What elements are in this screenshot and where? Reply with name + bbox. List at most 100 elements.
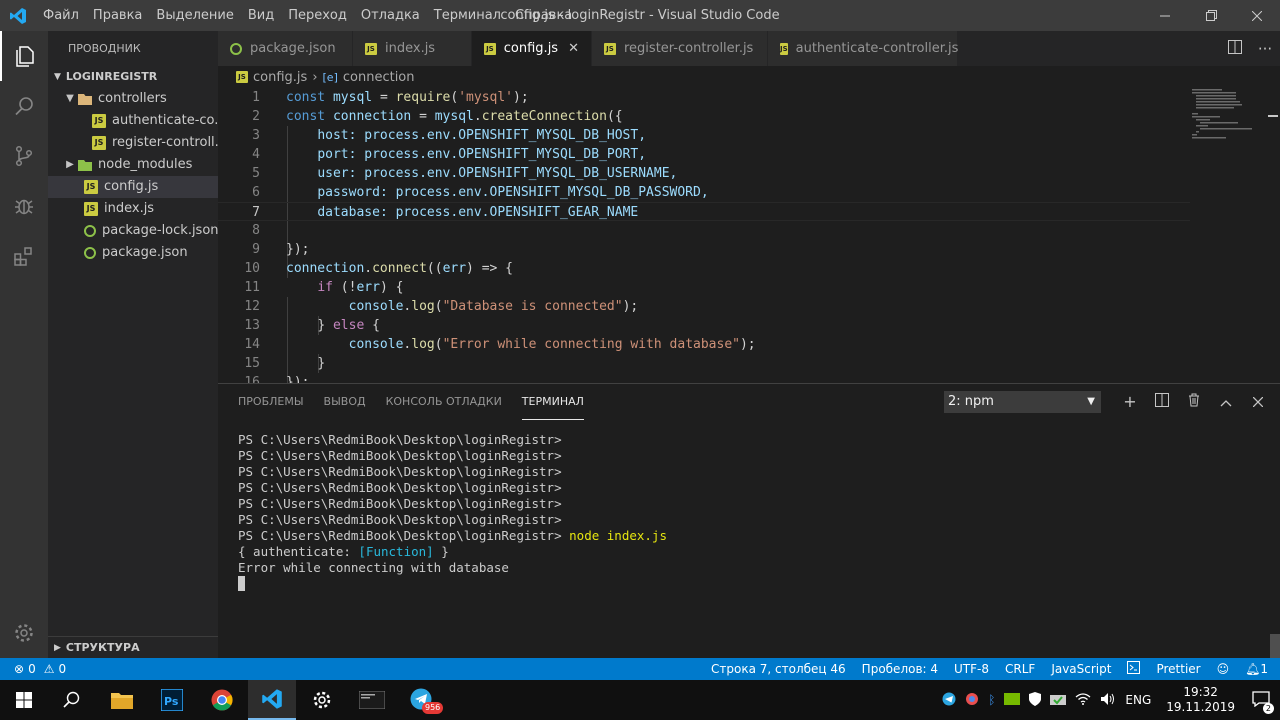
panel-tab-output[interactable]: ВЫВОД [324, 384, 366, 420]
tab-package-json[interactable]: package.json [218, 31, 353, 66]
source-control-icon[interactable] [0, 131, 48, 181]
chevron-down-icon: ▼ [66, 93, 74, 104]
minimize-button[interactable] [1142, 0, 1188, 31]
code-editor[interactable]: 1 const mysql = require('mysql'); 2 const … [218, 88, 1280, 383]
workspace-name: LOGINREGISTR [65, 70, 158, 83]
terminal-select[interactable]: 2: npm ▼ [944, 391, 1101, 413]
indentation[interactable]: Пробелов: 4 [862, 662, 938, 676]
tab-authenticate-controller[interactable]: JS authenticate-controller.js [768, 31, 958, 66]
notifications-status[interactable]: 🔔︎1 [1245, 662, 1268, 676]
tree-folder-node-modules[interactable]: ▶ node_modules [48, 154, 218, 176]
activity-bar [0, 31, 48, 658]
js-file-icon: JS [484, 42, 496, 55]
outline-section[interactable]: ▶ СТРУКТУРА [48, 636, 218, 658]
tab-config-js[interactable]: JS config.js ✕ [472, 31, 592, 66]
breadcrumb-symbol[interactable]: connection [343, 70, 415, 85]
onedrive-check-icon[interactable] [1050, 693, 1067, 708]
workspace-section[interactable]: ▼ LOGINREGISTR [48, 66, 218, 88]
bluetooth-icon[interactable]: ᛒ [988, 693, 995, 707]
code-line: 12 console.log("Database is connected"); [244, 299, 639, 314]
minimap[interactable] [1190, 88, 1266, 148]
menu-selection[interactable]: Выделение [149, 0, 240, 31]
tree-folder-controllers[interactable]: ▼ controllers [48, 88, 218, 110]
close-window-button[interactable] [1234, 0, 1280, 31]
nvidia-icon[interactable] [1004, 692, 1021, 708]
terminal-app-icon[interactable] [348, 680, 396, 720]
menu-terminal[interactable]: Терминал [427, 0, 508, 31]
clock[interactable]: 19:32 19.11.2019 [1166, 685, 1235, 715]
tab-index-js[interactable]: JS index.js [353, 31, 472, 66]
split-editor-icon[interactable] [1220, 39, 1250, 58]
js-file-icon: JS [92, 114, 106, 128]
terminal-scrollbar[interactable] [1270, 634, 1280, 658]
new-terminal-icon[interactable]: + [1114, 389, 1146, 415]
telegram-tray-icon[interactable] [942, 692, 956, 709]
panel-tab-terminal[interactable]: ТЕРМИНАЛ [521, 384, 584, 420]
color-picker-tray-icon[interactable] [965, 692, 979, 709]
vscode-taskbar-icon[interactable] [248, 680, 296, 720]
action-center-icon[interactable]: 2 [1252, 690, 1274, 714]
code-line: 13 } else { [244, 318, 380, 333]
prettier-status[interactable]: Prettier [1156, 662, 1200, 676]
defender-shield-icon[interactable] [1029, 691, 1042, 709]
photoshop-icon[interactable]: Ps [148, 680, 196, 720]
variable-symbol-icon: [e] [322, 70, 338, 84]
tree-file-authenticate-controller[interactable]: JS authenticate-co... [48, 110, 218, 132]
explorer-icon[interactable] [0, 31, 48, 81]
menu-view[interactable]: Вид [241, 0, 281, 31]
menu-bar: Файл Правка Выделение Вид Переход Отладк… [36, 0, 579, 31]
live-share-icon[interactable] [1127, 661, 1141, 677]
chevron-down-icon: ▼ [54, 72, 61, 82]
close-tab-icon[interactable]: ✕ [568, 41, 579, 56]
encoding[interactable]: UTF-8 [954, 662, 989, 676]
js-file-icon: JS [780, 42, 788, 55]
tree-file-register-controller[interactable]: JS register-controll... [48, 132, 218, 154]
terminal-line: PS C:\Users\RedmiBook\Desktop\loginRegis… [238, 464, 562, 479]
chevron-right-icon: ▶ [54, 642, 61, 653]
node-folder-icon [78, 158, 92, 172]
menu-help[interactable]: Справка [508, 0, 579, 31]
extensions-icon[interactable] [0, 231, 48, 281]
breadcrumb-file[interactable]: config.js [253, 70, 307, 85]
chrome-icon[interactable] [198, 680, 246, 720]
panel-tab-problems[interactable]: ПРОБЛЕМЫ [238, 384, 304, 420]
menu-file[interactable]: Файл [36, 0, 86, 31]
volume-icon[interactable] [1100, 692, 1116, 709]
language-mode[interactable]: JavaScript [1051, 662, 1111, 676]
tree-file-package[interactable]: package.json [48, 242, 218, 264]
current-code-line: 7 database: process.env.OPENSHIFT_GEAR_N… [218, 202, 1190, 221]
editor-scrollbar[interactable] [1266, 88, 1280, 383]
end-of-line[interactable]: CRLF [1005, 662, 1035, 676]
terminal-output[interactable]: PS C:\Users\RedmiBook\Desktop\loginRegis… [238, 432, 667, 592]
problems-status[interactable]: ⊗ 0 ⚠ 0 [0, 662, 66, 676]
trash-icon[interactable] [1178, 389, 1210, 415]
menu-go[interactable]: Переход [281, 0, 354, 31]
tree-file-package-lock[interactable]: package-lock.json [48, 220, 218, 242]
close-panel-icon[interactable] [1242, 389, 1274, 415]
wifi-icon[interactable] [1075, 692, 1091, 708]
debug-icon[interactable] [0, 181, 48, 231]
terminal-line: { authenticate: [Function] } [238, 544, 449, 559]
cursor-position[interactable]: Строка 7, столбец 46 [711, 662, 846, 676]
file-explorer-icon[interactable] [98, 680, 146, 720]
tree-file-index[interactable]: JS index.js [48, 198, 218, 220]
telegram-icon[interactable]: 956 [398, 680, 446, 720]
tree-file-config[interactable]: JS config.js [48, 176, 218, 198]
panel-tab-debug-console[interactable]: КОНСОЛЬ ОТЛАДКИ [386, 384, 502, 420]
menu-debug[interactable]: Отладка [354, 0, 427, 31]
status-bar: ⊗ 0 ⚠ 0 Строка 7, столбец 46 Пробелов: 4 U… [0, 658, 1280, 680]
menu-edit[interactable]: Правка [86, 0, 149, 31]
search-icon[interactable] [0, 81, 48, 131]
restore-button[interactable] [1188, 0, 1234, 31]
taskbar-search-icon[interactable] [48, 680, 96, 720]
windows-start-icon[interactable] [0, 680, 48, 720]
settings-gear-icon[interactable] [298, 680, 346, 720]
input-language[interactable]: ENG [1125, 693, 1151, 707]
feedback-smiley-icon[interactable]: ☺ [1217, 662, 1230, 676]
tab-register-controller[interactable]: JS register-controller.js [592, 31, 768, 66]
split-terminal-icon[interactable] [1146, 389, 1178, 415]
more-actions-icon[interactable]: ··· [1250, 40, 1280, 58]
maximize-panel-icon[interactable] [1210, 389, 1242, 415]
settings-gear-icon[interactable] [0, 608, 48, 658]
title-bar: Файл Правка Выделение Вид Переход Отладк… [0, 0, 1280, 31]
